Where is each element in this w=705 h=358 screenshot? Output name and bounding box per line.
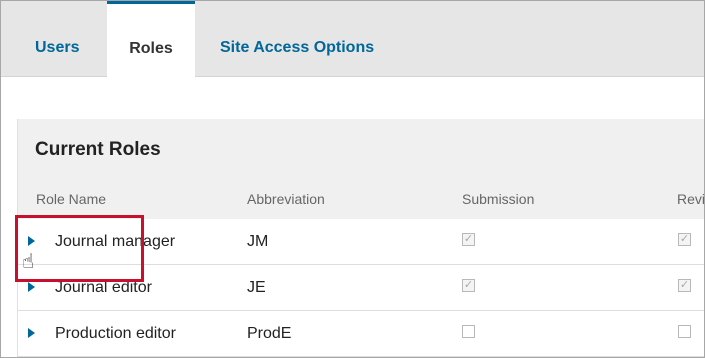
role-abbreviation: ProdE xyxy=(247,325,292,342)
submission-checkbox: ✓ xyxy=(462,233,475,246)
column-header-submission: Submission xyxy=(462,191,535,207)
role-abbreviation: JM xyxy=(247,233,269,250)
column-header-role-name: Role Name xyxy=(36,191,107,207)
submission-checkbox xyxy=(462,325,475,338)
panel-title: Current Roles xyxy=(35,139,161,160)
review-checkbox: ✓ xyxy=(678,279,691,292)
submission-checkbox: ✓ xyxy=(462,279,475,292)
review-checkbox xyxy=(678,325,691,338)
expand-arrow-icon[interactable] xyxy=(28,282,35,292)
spacer xyxy=(1,77,704,119)
highlight-box xyxy=(15,215,144,282)
hand-cursor-icon: ☝ xyxy=(22,251,35,273)
tab-roles[interactable]: Roles xyxy=(107,1,195,78)
role-name[interactable]: Production editor xyxy=(55,325,176,343)
tab-bar: Users Roles Site Access Options xyxy=(1,1,704,78)
column-header-abbreviation: Abbreviation xyxy=(247,191,325,207)
review-checkbox: ✓ xyxy=(678,233,691,246)
app-frame: Users Roles Site Access Options Current … xyxy=(0,0,705,358)
tab-users[interactable]: Users xyxy=(35,1,79,76)
column-header-review: Revi xyxy=(677,191,705,207)
role-abbreviation: JE xyxy=(247,279,266,296)
expand-arrow-icon[interactable] xyxy=(28,328,35,338)
table-row[interactable]: Production editor ProdE xyxy=(18,311,704,357)
tab-site-access-options[interactable]: Site Access Options xyxy=(220,1,374,76)
